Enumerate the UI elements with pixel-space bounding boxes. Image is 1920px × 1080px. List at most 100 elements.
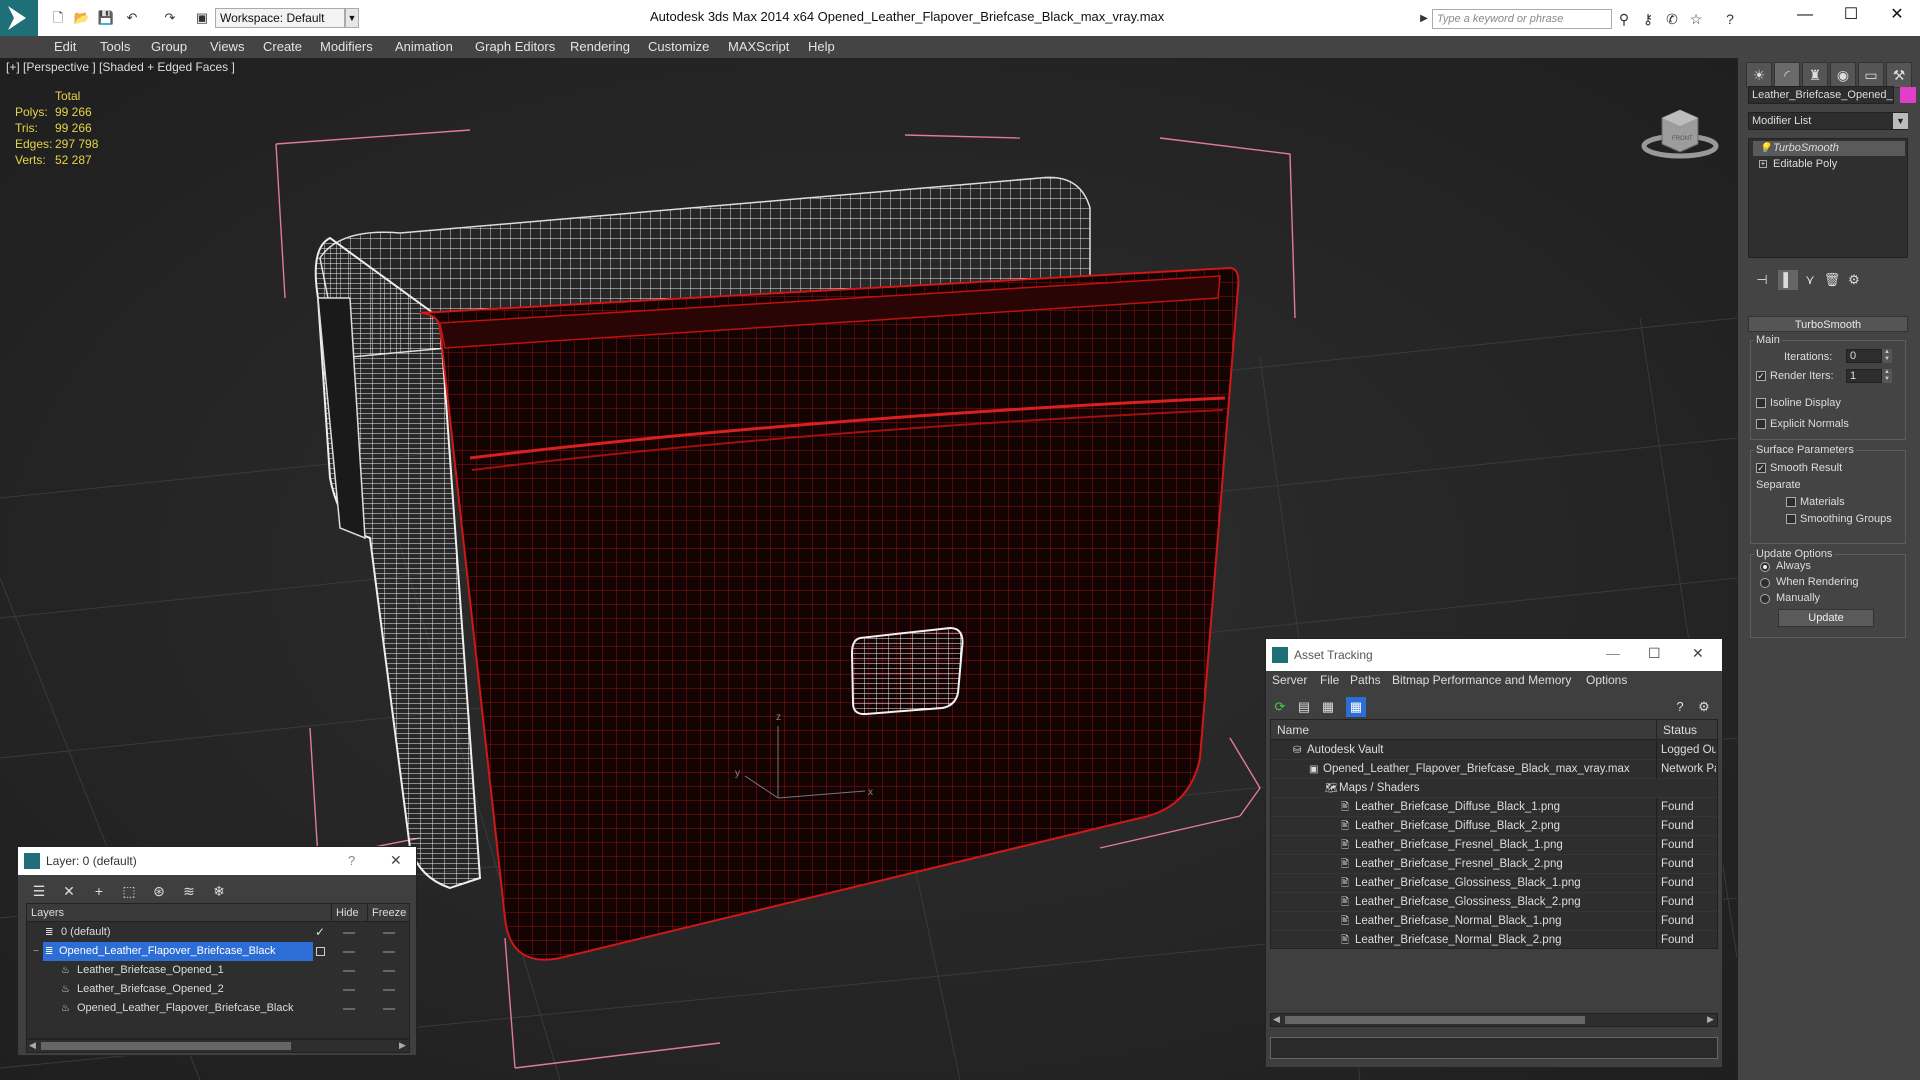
layer-row[interactable]: ♨ Leather_Briefcase_Opened_2 xyxy=(27,980,409,999)
modifier-list-dropdown[interactable]: Modifier List xyxy=(1748,112,1908,130)
iterations-spinner[interactable]: 0 xyxy=(1846,349,1882,363)
chevron-down-icon[interactable]: ▼ xyxy=(1893,113,1908,129)
viewport-label[interactable]: [+] [Perspective ] [Shaded + Edged Faces… xyxy=(6,60,235,74)
asset-row[interactable]: 🖹 Leather_Briefcase_Normal_Black_2.png Fou… xyxy=(1271,931,1717,948)
hide-toggle[interactable] xyxy=(343,951,355,953)
hide-toggle[interactable] xyxy=(343,932,355,934)
asset-row[interactable]: 🖹 Leather_Briefcase_Diffuse_Black_2.png Fo… xyxy=(1271,817,1717,836)
collapse-minus-icon[interactable]: − xyxy=(33,942,39,961)
turbosmooth-rollout-header[interactable]: TurboSmooth xyxy=(1748,316,1908,332)
select-in-layer-icon[interactable]: ⬚ xyxy=(118,881,140,901)
hide-toggle[interactable] xyxy=(343,1008,355,1010)
asset-row[interactable]: ▣ Opened_Leather_Flapover_Briefcase_Black… xyxy=(1271,760,1717,779)
favorites-star-icon[interactable]: ☆ xyxy=(1686,9,1706,29)
explicit-normals-checkbox[interactable] xyxy=(1756,419,1766,429)
asset-row[interactable]: 🖹 Leather_Briefcase_Fresnel_Black_1.png Fo… xyxy=(1271,836,1717,855)
show-end-result-icon[interactable]: ▌ xyxy=(1778,270,1798,290)
menu-edit[interactable]: Edit xyxy=(54,36,76,58)
menu-paths[interactable]: Paths xyxy=(1350,673,1381,687)
col-name-header[interactable]: Name xyxy=(1271,720,1656,740)
lightbulb-icon[interactable]: 💡 xyxy=(1759,141,1771,156)
asset-tracking-titlebar[interactable]: Asset Tracking — ☐ ✕ xyxy=(1266,639,1722,671)
layer-dialog-titlebar[interactable]: Layer: 0 (default) ? ✕ xyxy=(18,847,416,875)
pin-stack-icon[interactable]: ⊣ xyxy=(1752,270,1772,290)
menu-rendering[interactable]: Rendering xyxy=(570,36,630,58)
hierarchy-tab-icon[interactable]: ♜ xyxy=(1802,62,1828,88)
binoculars-icon[interactable]: ⚲ xyxy=(1614,9,1634,29)
menu-graph-editors[interactable]: Graph Editors xyxy=(475,36,555,58)
scroll-left-icon[interactable]: ◀ xyxy=(1273,1014,1280,1025)
asset-row[interactable]: ⛁ Autodesk Vault Logged Out xyxy=(1271,741,1717,760)
manually-radio[interactable] xyxy=(1760,594,1770,604)
set-current-box[interactable] xyxy=(316,947,325,956)
smoothing-groups-checkbox[interactable] xyxy=(1786,514,1796,524)
freeze-toggle[interactable] xyxy=(383,989,395,991)
menu-server[interactable]: Server xyxy=(1272,673,1307,687)
redo-icon[interactable]: ↷ xyxy=(160,8,180,28)
col-status-header[interactable]: Status xyxy=(1656,720,1717,740)
project-folder-icon[interactable]: ▣ xyxy=(192,8,212,28)
asset-row[interactable]: 🖹 Leather_Briefcase_Diffuse_Black_1.png Fo… xyxy=(1271,798,1717,817)
object-name-field[interactable]: Leather_Briefcase_Opened_2 xyxy=(1748,86,1894,104)
help-button[interactable]: ? xyxy=(348,853,355,868)
open-folder-icon[interactable]: 📂 xyxy=(72,8,92,28)
refresh-icon[interactable]: ⟳ xyxy=(1270,697,1290,717)
render-iters-spinner[interactable]: 1 xyxy=(1846,369,1882,383)
menu-views[interactable]: Views xyxy=(210,36,244,58)
stack-item-turbosmooth[interactable]: 💡 TurboSmooth xyxy=(1753,141,1905,156)
minimize-button[interactable]: — xyxy=(1606,645,1620,661)
thumbnail-view-icon[interactable]: ▦ xyxy=(1318,697,1338,717)
workspace-selector[interactable]: Workspace: Default xyxy=(215,8,345,28)
freeze-toggle[interactable] xyxy=(383,1008,395,1010)
layer-row[interactable]: ♨ Opened_Leather_Flapover_Briefcase_Blac… xyxy=(27,999,409,1018)
close-button[interactable]: ✕ xyxy=(390,852,402,869)
configure-sets-icon[interactable]: ⚙ xyxy=(1844,270,1864,290)
asset-row[interactable]: 🖹 Leather_Briefcase_Fresnel_Black_2.png Fo… xyxy=(1271,855,1717,874)
menu-maxscript[interactable]: MAXScript xyxy=(728,36,789,58)
layer-horizontal-scrollbar[interactable]: ◀ ▶ xyxy=(26,1039,410,1053)
motion-tab-icon[interactable]: ◉ xyxy=(1830,62,1856,88)
menu-bitmap-performance[interactable]: Bitmap Performance and Memory xyxy=(1392,673,1571,687)
maximize-button[interactable]: ☐ xyxy=(1828,0,1874,32)
search-expand-icon[interactable]: ▶ xyxy=(1414,9,1434,29)
freeze-all-layers-icon[interactable]: ❄ xyxy=(208,881,230,901)
menu-animation[interactable]: Animation xyxy=(395,36,453,58)
materials-checkbox[interactable] xyxy=(1786,497,1796,507)
smooth-result-checkbox[interactable]: ✓ xyxy=(1756,463,1766,473)
asset-row[interactable]: 🖹 Leather_Briefcase_Normal_Black_1.png Fou… xyxy=(1271,912,1717,931)
stack-item-editable-poly[interactable]: + Editable Poly xyxy=(1753,157,1905,172)
new-file-icon[interactable]: 🗋 xyxy=(48,8,68,28)
asset-horizontal-scrollbar[interactable]: ◀ ▶ xyxy=(1270,1013,1718,1027)
col-freeze-header[interactable]: Freeze xyxy=(367,904,409,922)
hide-toggle[interactable] xyxy=(343,989,355,991)
object-color-swatch[interactable] xyxy=(1900,87,1916,103)
make-unique-icon[interactable]: ⋎ xyxy=(1800,270,1820,290)
expand-plus-icon[interactable]: + xyxy=(1759,160,1767,168)
asset-row[interactable]: 🖹 Leather_Briefcase_Glossiness_Black_1.pn… xyxy=(1271,874,1717,893)
subscription-icon[interactable]: ⚷ xyxy=(1638,9,1658,29)
menu-modifiers[interactable]: Modifiers xyxy=(320,36,373,58)
close-button[interactable]: ✕ xyxy=(1692,645,1704,662)
current-layer-check-icon[interactable]: ✓ xyxy=(315,923,325,942)
menu-tools[interactable]: Tools xyxy=(100,36,130,58)
minimize-button[interactable]: — xyxy=(1782,0,1828,32)
menu-file[interactable]: File xyxy=(1320,673,1339,687)
display-tab-icon[interactable]: ▭ xyxy=(1858,62,1884,88)
scroll-thumb[interactable] xyxy=(41,1042,291,1050)
freeze-toggle[interactable] xyxy=(383,932,395,934)
always-radio[interactable] xyxy=(1760,562,1770,572)
settings-icon[interactable]: ⚙ xyxy=(1694,697,1714,717)
save-icon[interactable]: 💾 xyxy=(96,8,116,28)
remove-modifier-icon[interactable]: 🗑 xyxy=(1822,270,1842,290)
scroll-left-icon[interactable]: ◀ xyxy=(29,1040,36,1051)
search-input[interactable]: Type a keyword or phrase xyxy=(1432,9,1612,29)
add-to-layer-icon[interactable]: + xyxy=(88,881,110,901)
help-icon[interactable]: ? xyxy=(1720,9,1740,29)
app-menu-button[interactable] xyxy=(0,0,38,36)
col-hide-header[interactable]: Hide xyxy=(331,904,367,922)
close-button[interactable]: ✕ xyxy=(1874,0,1920,32)
layer-row[interactable]: ♨ Leather_Briefcase_Opened_1 xyxy=(27,961,409,980)
freeze-toggle[interactable] xyxy=(383,970,395,972)
render-iters-checkbox[interactable]: ✓ xyxy=(1756,371,1766,381)
table-view-icon[interactable]: ▦ xyxy=(1346,697,1366,717)
